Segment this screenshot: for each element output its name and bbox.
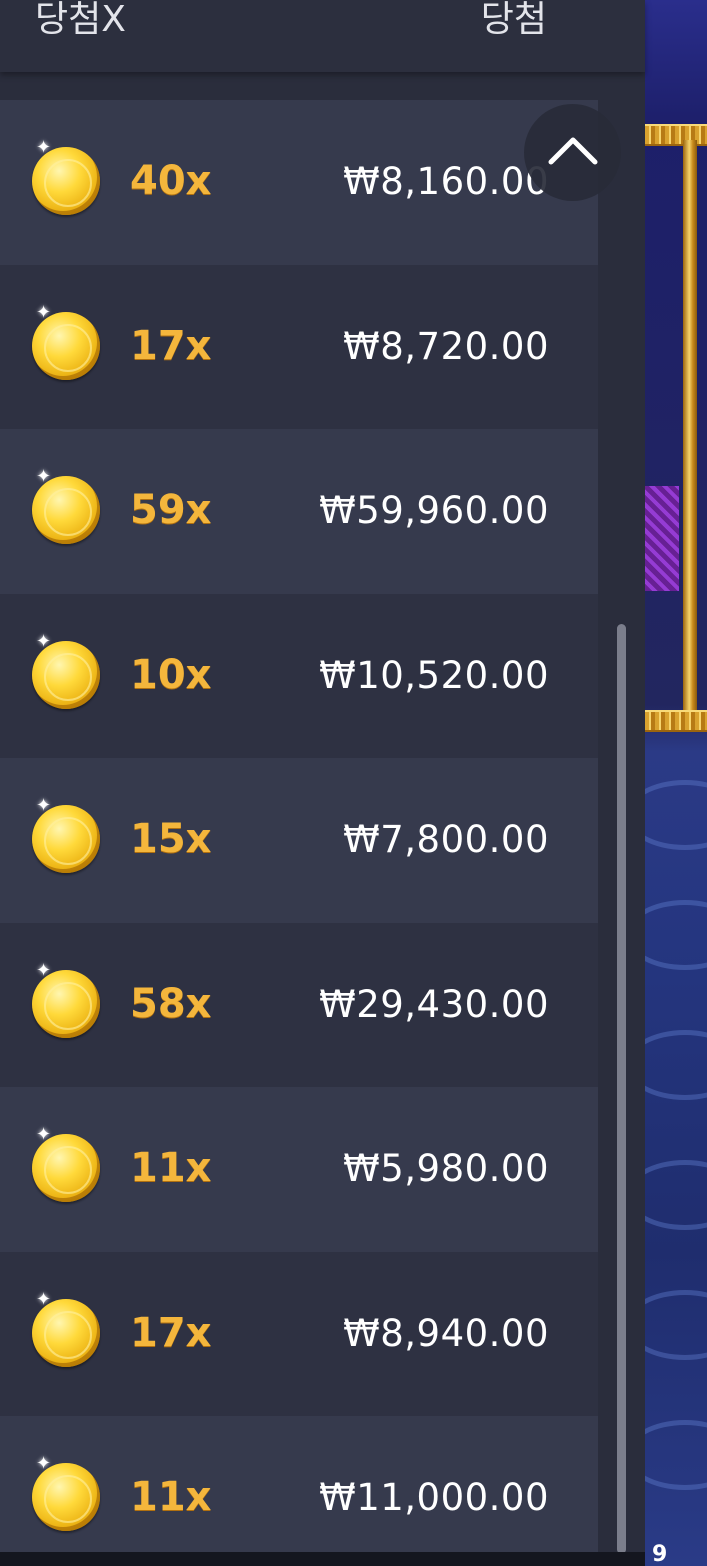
win-list[interactable]: ✦ 40x ₩8,160.00 ✦ 17x ₩8,720.00 ✦ 59x ₩5… bbox=[0, 100, 598, 1566]
column-header-win: 당첨 bbox=[480, 0, 547, 40]
win-amount: ₩8,720.00 bbox=[343, 324, 549, 368]
wave-decoration bbox=[645, 1160, 707, 1230]
multiplier-value: 15x bbox=[130, 816, 212, 862]
win-row: ✦ 40x ₩8,160.00 bbox=[0, 100, 598, 265]
win-row: ✦ 11x ₩5,980.00 bbox=[0, 1087, 598, 1252]
screen: 당첨X 당첨 ✦ 40x ₩8,160.00 ✦ 17x ₩8,720.00 ✦… bbox=[0, 0, 707, 1566]
gold-ornament-bottom bbox=[645, 710, 707, 732]
scroll-to-top-button[interactable] bbox=[524, 104, 621, 201]
win-row: ✦ 17x ₩8,940.00 bbox=[0, 1251, 598, 1416]
win-amount: ₩5,980.00 bbox=[343, 1147, 549, 1190]
wave-decoration bbox=[645, 780, 707, 850]
wave-decoration bbox=[645, 1030, 707, 1100]
wave-decoration bbox=[645, 1420, 707, 1490]
gold-coin-icon: ✦ bbox=[32, 1455, 100, 1531]
win-amount: ₩29,430.00 bbox=[319, 982, 549, 1026]
win-row: ✦ 58x ₩29,430.00 bbox=[0, 922, 598, 1087]
gold-coin-icon: ✦ bbox=[32, 1290, 100, 1367]
win-amount: ₩11,000.00 bbox=[319, 1476, 549, 1519]
gold-ornament-top bbox=[645, 124, 707, 146]
win-amount: ₩8,160.00 bbox=[343, 160, 549, 203]
game-background bbox=[645, 0, 707, 1566]
gold-coin-icon: ✦ bbox=[32, 961, 100, 1038]
table-header: 당첨X 당첨 bbox=[0, 0, 645, 72]
win-row: ✦ 11x ₩11,000.00 bbox=[0, 1416, 598, 1566]
multiplier-value: 59x bbox=[130, 487, 212, 533]
gold-coin-icon: ✦ bbox=[32, 468, 100, 544]
wave-decoration bbox=[645, 900, 707, 970]
purple-tile bbox=[645, 486, 679, 591]
multiplier-value: 10x bbox=[130, 651, 212, 698]
multiplier-value: 17x bbox=[130, 322, 212, 369]
gold-coin-icon: ✦ bbox=[32, 632, 100, 709]
multiplier-value: 58x bbox=[130, 980, 212, 1027]
gold-coin-icon: ✦ bbox=[32, 303, 100, 380]
win-amount: ₩8,940.00 bbox=[343, 1311, 549, 1355]
gold-coin-icon: ✦ bbox=[32, 1126, 100, 1202]
wave-decoration bbox=[645, 1290, 707, 1360]
bottom-bar bbox=[0, 1552, 645, 1566]
column-header-multiplier: 당첨X bbox=[35, 0, 126, 40]
multiplier-value: 17x bbox=[130, 1309, 212, 1356]
gold-pillar bbox=[683, 140, 697, 710]
win-row: ✦ 15x ₩7,800.00 bbox=[0, 758, 598, 923]
multiplier-value: 40x bbox=[130, 158, 212, 204]
win-row: ✦ 10x ₩10,520.00 bbox=[0, 593, 598, 758]
win-amount: ₩59,960.00 bbox=[319, 489, 549, 532]
gold-coin-icon: ✦ bbox=[32, 797, 100, 873]
win-amount: ₩7,800.00 bbox=[343, 818, 549, 861]
multiplier-value: 11x bbox=[130, 1474, 212, 1520]
multiplier-value: 11x bbox=[130, 1145, 212, 1191]
chevron-up-icon bbox=[548, 137, 598, 165]
win-history-panel: 당첨X 당첨 ✦ 40x ₩8,160.00 ✦ 17x ₩8,720.00 ✦… bbox=[0, 0, 645, 1566]
gold-coin-icon: ✦ bbox=[32, 139, 100, 215]
corner-number: 9 bbox=[652, 1542, 668, 1566]
win-amount: ₩10,520.00 bbox=[319, 653, 549, 697]
scrollbar-thumb[interactable] bbox=[617, 624, 626, 1554]
win-row: ✦ 59x ₩59,960.00 bbox=[0, 429, 598, 594]
win-row: ✦ 17x ₩8,720.00 bbox=[0, 264, 598, 429]
